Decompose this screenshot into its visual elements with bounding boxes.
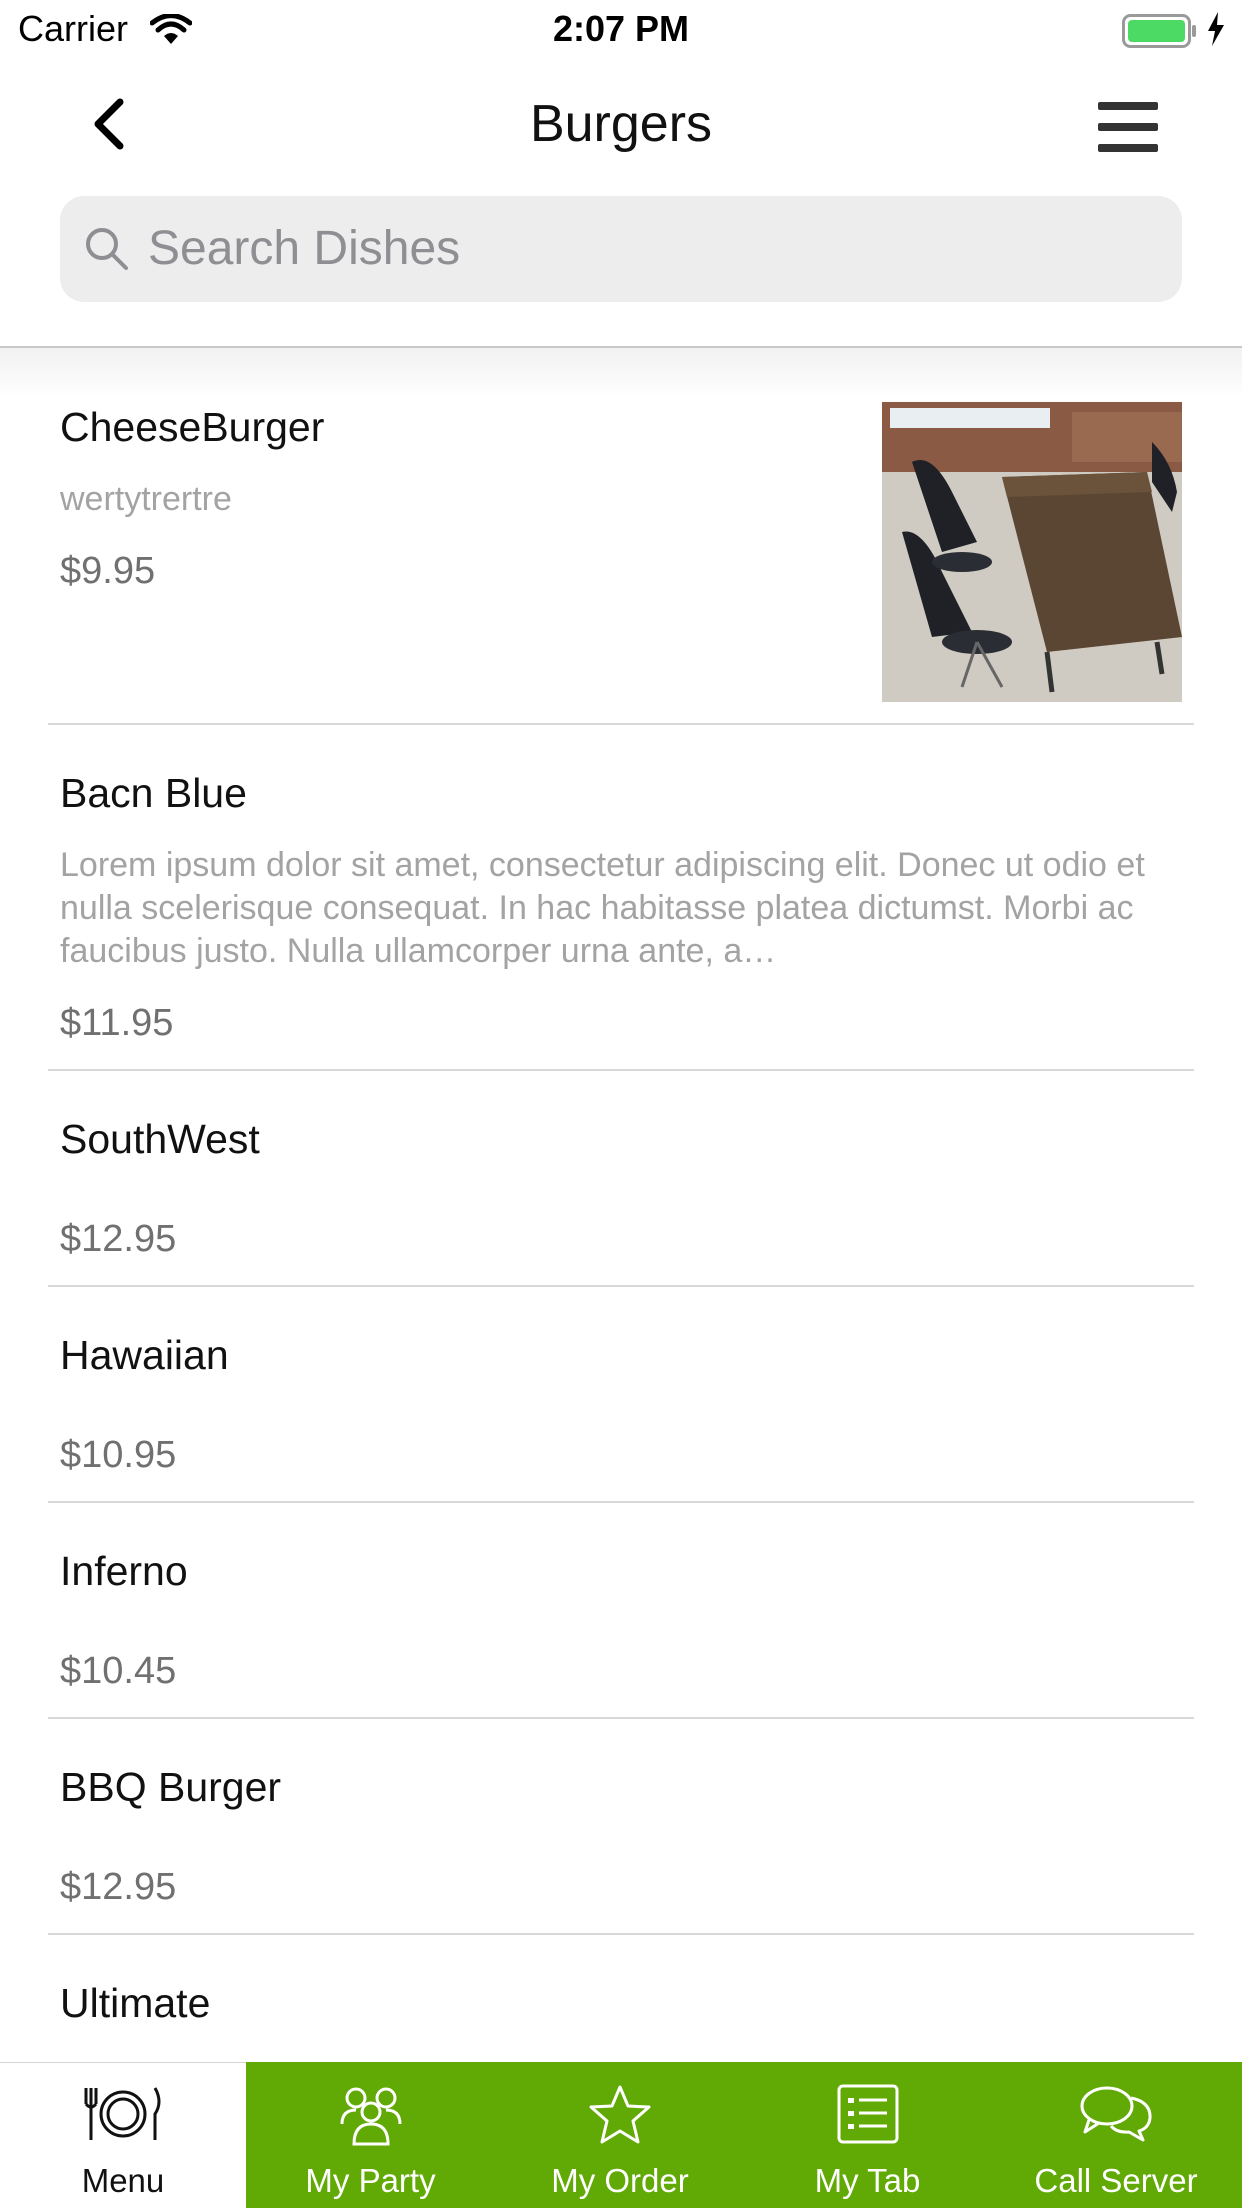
tab-call-server[interactable]: Call Server	[990, 2062, 1242, 2208]
dish-name: BBQ Burger	[60, 1764, 282, 1810]
dish-description: wertytrertre	[60, 480, 232, 518]
dish-price: $11.95	[60, 1002, 174, 1044]
tab-my-party[interactable]: My Party	[246, 2062, 495, 2208]
dish-price: $12.95	[60, 1218, 177, 1260]
dish-price: $10.45	[60, 1650, 177, 1692]
hamburger-menu-button[interactable]	[1098, 102, 1158, 152]
dish-name: Inferno	[60, 1548, 188, 1594]
dish-divider	[48, 723, 1194, 725]
search-bar[interactable]	[60, 196, 1182, 302]
tab-label: My Tab	[814, 2162, 921, 2199]
menu-line	[1098, 144, 1158, 152]
list-icon	[745, 2084, 990, 2150]
search-input[interactable]	[148, 216, 1148, 280]
star-icon	[495, 2084, 745, 2150]
dish-name: Hawaiian	[60, 1332, 229, 1378]
dish-price: $12.95	[60, 1866, 177, 1908]
tab-bar: Menu My Party My Order My Tab Call Serve…	[0, 2062, 1242, 2208]
dish-price: $10.95	[60, 1434, 177, 1476]
dish-divider	[48, 1501, 1194, 1503]
tab-my-order[interactable]: My Order	[495, 2062, 745, 2208]
tab-menu[interactable]: Menu	[0, 2062, 246, 2208]
dish-price: $9.95	[60, 550, 156, 592]
menu-line	[1098, 102, 1158, 110]
page-title: Burgers	[529, 95, 713, 153]
dish-divider	[48, 1069, 1194, 1071]
dish-name: CheeseBurger	[60, 404, 325, 450]
dish-divider	[48, 1717, 1194, 1719]
dish-photo	[882, 402, 1182, 702]
menu-line	[1098, 123, 1158, 131]
tab-label: My Party	[305, 2162, 436, 2199]
charging-icon	[1206, 12, 1226, 51]
dish-name: SouthWest	[60, 1116, 260, 1162]
dish-name: Bacn Blue	[60, 770, 247, 816]
tab-label: Menu	[81, 2162, 165, 2199]
search-icon	[82, 224, 132, 279]
dish-divider	[48, 1933, 1194, 1935]
status-bar: Carrier 2:07 PM	[0, 0, 1242, 62]
status-time: 2:07 PM	[552, 8, 690, 49]
navigation-bar: Burgers	[0, 62, 1242, 186]
dish-description: Lorem ipsum dolor sit amet, consectetur …	[60, 846, 1145, 970]
group-icon	[246, 2084, 495, 2150]
dish-name: Ultimate	[60, 1980, 211, 2026]
tab-label: My Order	[551, 2162, 689, 2199]
tab-my-tab[interactable]: My Tab	[745, 2062, 990, 2208]
dish-divider	[48, 1285, 1194, 1287]
chat-bubbles-icon	[990, 2084, 1242, 2150]
battery-icon	[1122, 14, 1198, 53]
plate-cutlery-icon	[0, 2084, 246, 2150]
tab-label: Call Server	[1034, 2162, 1198, 2199]
header-shadow	[0, 348, 1242, 398]
